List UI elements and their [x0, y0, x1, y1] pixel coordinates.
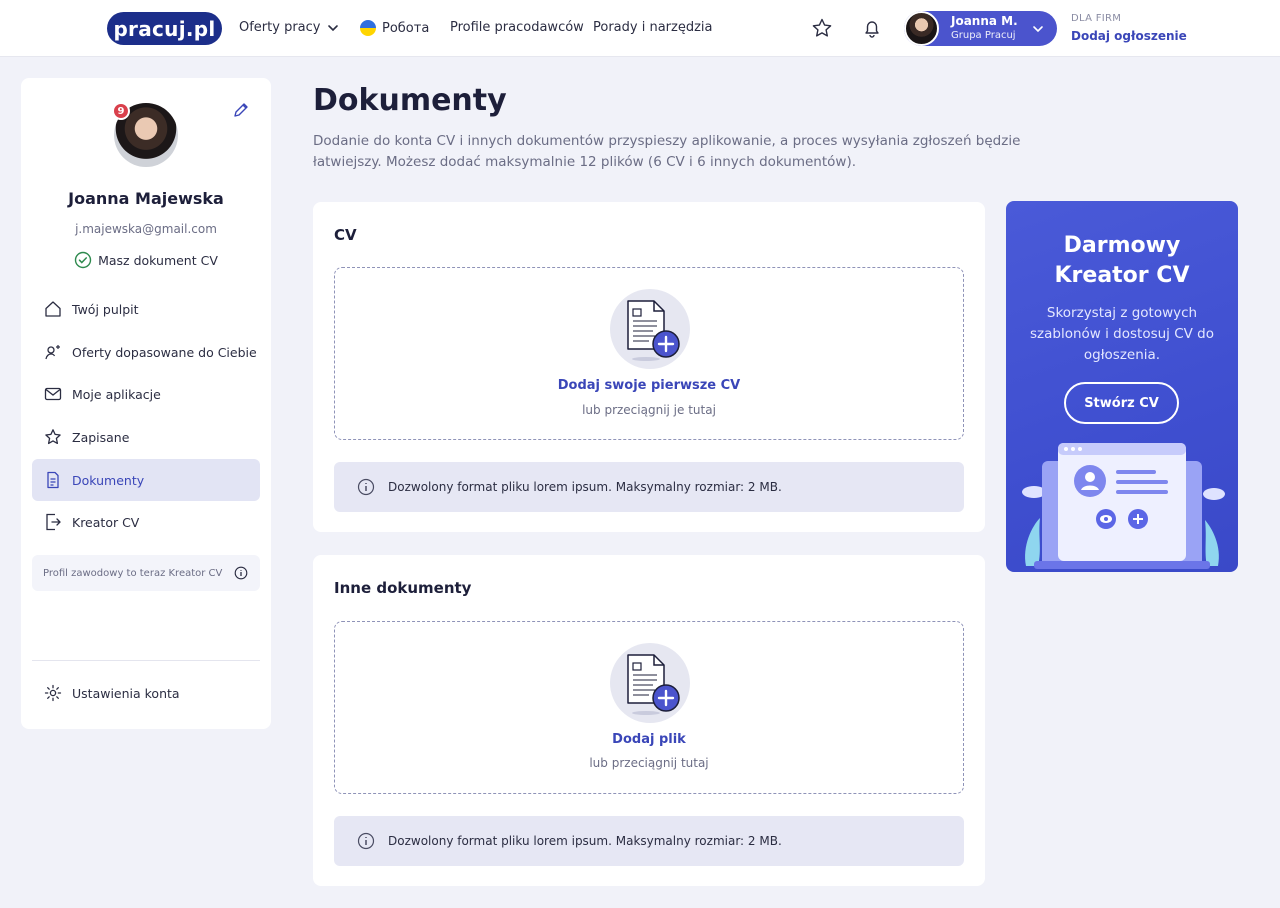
file-format-text: Dozwolony format pliku lorem ipsum. Maks… [388, 834, 782, 848]
cv-card-title: CV [334, 226, 357, 244]
document-icon [47, 471, 59, 489]
other-documents-card: Inne dokumenty Dodaj plik lub przeciągni… [313, 555, 985, 886]
sidebar-item-label: Zapisane [72, 429, 130, 445]
sidebar-item-label: Twój pulpit [72, 301, 139, 317]
nav-tips-label: Porady i narzędzia [593, 20, 713, 35]
cv-creator-banner: Darmowy Kreator CV Skorzystaj z gotowych… [1006, 201, 1238, 572]
other-documents-title: Inne dokumenty [334, 579, 472, 597]
nav-tips[interactable]: Porady i narzędzia [593, 20, 713, 35]
profile-email: j.majewska@gmail.com [75, 222, 217, 236]
star-icon[interactable] [811, 17, 833, 39]
file-format-info: Dozwolony format pliku lorem ipsum. Maks… [334, 462, 964, 512]
drag-hint: lub przeciągnij tutaj [589, 756, 709, 770]
user-name: Joanna M. [951, 14, 1018, 28]
sidebar-item-applications[interactable]: Moje aplikacje [32, 373, 260, 415]
chevron-down-icon [328, 24, 339, 31]
info-icon [357, 832, 375, 850]
add-file-link[interactable]: Dodaj plik [335, 732, 963, 747]
sidebar-item-settings[interactable]: Ustawienia konta [32, 672, 260, 714]
nav-offers-label: Oferty pracy [239, 20, 321, 35]
star-icon [45, 429, 61, 445]
sidebar-item-matched-offers[interactable]: Oferty dopasowane do Ciebie [32, 331, 260, 373]
banner-title-line-1: Darmowy [1063, 233, 1181, 258]
page-description: Dodanie do konta CV i innych dokumentów … [313, 133, 1021, 170]
cv-browser-illustration [1022, 443, 1225, 569]
page-title: Dokumenty [313, 83, 507, 118]
ukraine-flag-icon [360, 20, 376, 36]
sidebar-divider [32, 660, 260, 661]
add-offer-link[interactable]: Dodaj ogłoszenie [1071, 29, 1187, 43]
cv-creator-note-text: Profil zawodowy to teraz Kreator CV [43, 567, 223, 579]
gear-icon [44, 684, 62, 702]
for-firms-label: DLA FIRM [1071, 13, 1122, 24]
file-format-text: Dozwolony format pliku lorem ipsum. Maks… [388, 480, 782, 494]
sidebar-item-label: Moje aplikacje [72, 386, 161, 402]
sidebar-item-label: Ustawienia konta [72, 685, 180, 701]
info-icon[interactable] [234, 566, 248, 580]
sidebar-item-label: Dokumenty [72, 472, 145, 488]
nav-offers[interactable]: Oferty pracy [239, 20, 340, 35]
pencil-icon[interactable] [232, 101, 250, 119]
cv-status-label: Masz dokument CV [98, 252, 218, 268]
user-sparkle-icon [45, 345, 60, 360]
nav-employers-label: Profile pracodawców [450, 20, 584, 35]
sidebar-item-cv-creator[interactable]: Kreator CV [32, 501, 260, 543]
file-plus-icon [627, 654, 680, 715]
nav-robota[interactable]: Робота [360, 20, 429, 36]
add-first-cv-link[interactable]: Dodaj swoje pierwsze CV [335, 378, 963, 393]
sidebar-item-documents[interactable]: Dokumenty [32, 459, 260, 501]
home-icon [45, 301, 61, 317]
user-menu-button[interactable]: Joanna M. Grupa Pracuj [904, 11, 1057, 46]
notification-badge: 9 [112, 102, 130, 120]
sidebar-item-saved[interactable]: Zapisane [32, 416, 260, 458]
sidebar-item-label: Oferty dopasowane do Ciebie [72, 344, 257, 360]
add-document-illustration [610, 289, 690, 369]
cv-dropzone[interactable]: Dodaj swoje pierwsze CV lub przeciągnij … [334, 267, 964, 440]
banner-text: Skorzystaj z gotowych szablonów i dostos… [1030, 305, 1214, 363]
cv-creator-note: Profil zawodowy to teraz Kreator CV [32, 555, 260, 591]
profile-name: Joanna Majewska [68, 189, 224, 208]
banner-title-line-2: Kreator CV [1054, 263, 1190, 288]
nav-robota-label: Робота [382, 20, 430, 36]
external-doc-icon [46, 513, 61, 531]
avatar [904, 11, 939, 46]
sidebar: 9 Joanna Majewska j.majewska@gmail.com M… [21, 78, 271, 729]
mail-icon [44, 387, 62, 401]
top-header: pracuj.pl Oferty pracy Робота Profile pr… [0, 0, 1280, 57]
sidebar-item-dashboard[interactable]: Twój pulpit [32, 288, 260, 330]
nav-employers[interactable]: Profile pracodawców [450, 20, 584, 35]
bell-icon[interactable] [861, 17, 883, 39]
create-cv-button[interactable]: Stwórz CV [1064, 382, 1179, 424]
info-icon [357, 478, 375, 496]
add-document-illustration [610, 643, 690, 723]
sidebar-item-label: Kreator CV [72, 514, 140, 530]
cv-status: Masz dokument CV [21, 251, 271, 269]
banner-title: Darmowy Kreator CV [1006, 231, 1238, 291]
user-company: Grupa Pracuj [951, 30, 1016, 41]
other-documents-dropzone[interactable]: Dodaj plik lub przeciągnij tutaj [334, 621, 964, 794]
chevron-down-icon [1033, 26, 1043, 33]
file-format-info: Dozwolony format pliku lorem ipsum. Maks… [334, 816, 964, 866]
check-circle-icon [74, 251, 92, 269]
cv-card: CV Dodaj swoje pierwsze CV lub przeciągn… [313, 202, 985, 532]
file-plus-icon [627, 300, 680, 361]
drag-hint: lub przeciągnij je tutaj [582, 403, 716, 417]
pracuj-logo[interactable]: pracuj.pl [107, 12, 222, 45]
